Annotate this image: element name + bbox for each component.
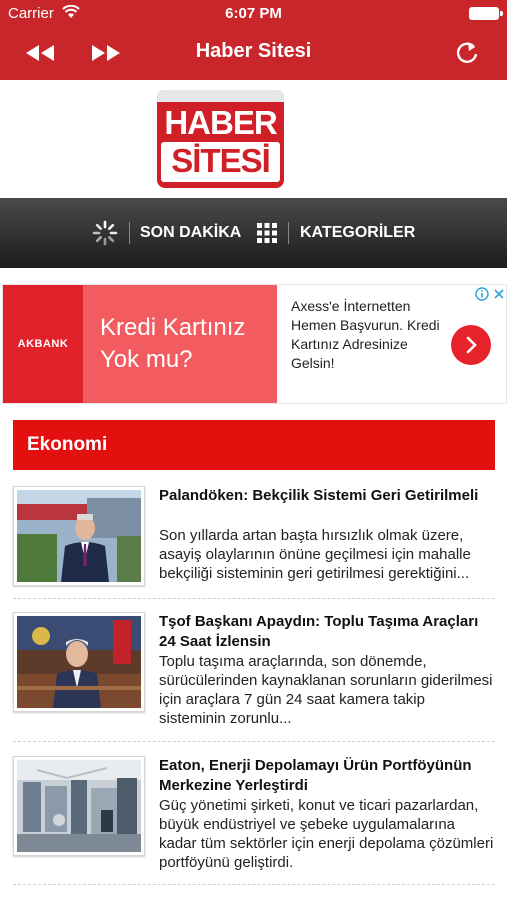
ad-cta-button[interactable] [451,325,491,365]
news-thumbnail [13,612,145,712]
news-summary: Toplu taşıma araçlarında, son dönemde, s… [159,653,493,727]
navigation-bar: Haber Sitesi [0,28,507,80]
ad-close-icon[interactable] [491,285,507,302]
news-title: Eaton, Enerji Depolamayı Ürün Portföyünü… [159,757,472,794]
news-title: Palandöken: Bekçilik Sistemi Geri Getiri… [159,487,479,504]
loading-spinner-icon [92,220,118,246]
menu-divider [129,222,130,244]
news-thumbnail [13,756,145,856]
news-summary: Güç yönetimi şirketi, konut ve ticari pa… [159,797,494,871]
section-header[interactable]: Ekonomi [13,420,495,470]
clock: 6:07 PM [225,5,282,22]
logo-stripe [157,90,284,102]
grid-icon [256,220,278,246]
ad-body: Axess'e İnternetten Hemen Başvurun. Kred… [291,298,440,371]
ad-headline: Kredi Kartınız Yok mu? [83,285,277,403]
ad-info-icon[interactable] [473,285,491,302]
ad-banner[interactable]: AKBANK Kredi Kartınız Yok mu? Axess'e İn… [2,284,507,404]
menu-son-dakika[interactable]: SON DAKİKA [140,220,241,246]
news-summary: Son yıllarda artan başta hırsızlık olmak… [159,527,471,582]
status-bar: Carrier 6:07 PM [0,0,507,28]
ad-brand: AKBANK [3,285,83,403]
refresh-button[interactable] [449,38,485,68]
category-menu-bar: SON DAKİKA KATEGORİLER [0,198,507,268]
logo-line-1: HABER [164,104,277,141]
news-divider [13,884,495,885]
menu-kategoriler[interactable]: KATEGORİLER [300,220,415,246]
news-divider [13,598,495,599]
news-title: Tşof Başkanı Apaydın: Toplu Taşıma Araçl… [159,613,479,650]
logo-area: HABER SİTESİ [0,80,507,198]
logo-line-2: SİTESİ [171,142,271,179]
battery-icon [469,7,503,20]
news-item[interactable]: Eaton, Enerji Depolamayı Ürün Portföyünü… [13,756,495,876]
news-thumbnail [13,486,145,586]
news-divider [13,741,495,742]
nav-title: Haber Sitesi [195,40,312,62]
top-bar: Carrier 6:07 PM Haber Sitesi [0,0,507,80]
chevron-right-icon [466,336,477,354]
news-item[interactable]: Tşof Başkanı Apaydın: Toplu Taşıma Araçl… [13,612,495,732]
refresh-icon [456,42,478,63]
site-logo[interactable]: HABER SİTESİ [157,90,284,188]
menu-divider [288,222,289,244]
news-item[interactable]: Palandöken: Bekçilik Sistemi Geri Getiri… [13,486,495,588]
